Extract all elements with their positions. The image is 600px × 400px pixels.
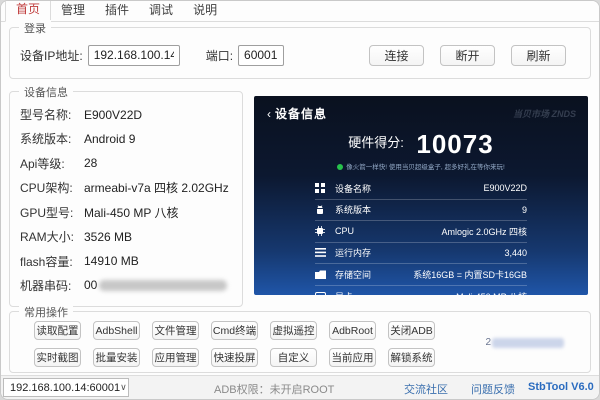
tab-bar: 首页 管理 插件 调试 说明 [1,1,599,22]
score-value: 10073 [416,129,493,159]
device-screenshot-panel: ‹设备信息 当贝市场 ZNDS 硬件得分: 10073 像火箭一样快! 使用当贝… [254,96,588,295]
serial-row: 机器串码: 00 [20,277,234,294]
device-info-row: 型号名称: E900V22D [20,106,234,123]
port-label: 端口: [206,47,233,64]
file-manager-button[interactable]: 文件管理 [152,321,199,340]
gpu-value: Mali-450 MP 八核 [84,204,178,221]
device-info-row: flash容量: 14910 MB [20,253,234,270]
panel-row-storage: 存储空间 系统16GB = 内置SD卡16GB [315,264,527,286]
api-value: 28 [84,156,97,170]
device-info-row: CPU架构: armeabi-v7a 四核 2.02GHz [20,179,234,196]
panel-row-device-name: 设备名称 E900V22D [315,178,527,200]
port-input[interactable] [238,45,284,66]
os-label: 系统版本: [20,130,84,147]
live-screenshot-button[interactable]: 实时截图 [34,348,81,367]
panel-spec-list: 设备名称 E900V22D 系统版本 9 CPU Amlogic 2.0GHz … [315,178,527,295]
tab-debug[interactable]: 调试 [139,0,183,22]
adb-permission-status: ADB权限：未开启ROOT [214,381,334,397]
feedback-link[interactable]: 问题反馈 [471,381,515,397]
memory-icon [315,248,327,258]
device-info-group: 设备信息 型号名称: E900V22D 系统版本: Android 9 Api等… [9,91,243,307]
virtual-remote-button[interactable]: 虚拟遥控 [270,321,317,340]
app-version: StbTool V6.0 [528,381,594,393]
api-label: Api等级: [20,155,84,172]
device-info-row: 系统版本: Android 9 [20,130,234,147]
login-group: 登录 设备IP地址: 端口: 连接 断开 刷新 [9,27,591,79]
common-ops-group-label: 常用操作 [19,304,73,320]
connect-button[interactable]: 连接 [369,45,424,66]
address-dropdown[interactable]: 192.168.100.14:60001 ∨ [3,378,129,397]
adb-root-button[interactable]: AdbRoot [329,321,376,340]
ip-input[interactable] [88,45,180,66]
display-icon [315,291,327,295]
app-manager-button[interactable]: 应用管理 [152,348,199,367]
close-adb-button[interactable]: 关闭ADB [388,321,435,340]
model-value: E900V22D [84,108,142,122]
screen-cast-button[interactable]: 快速投屏 [211,348,258,367]
os-value: Android 9 [84,132,135,146]
device-info-row: RAM大小: 3526 MB [20,228,234,245]
tab-plugins[interactable]: 插件 [95,0,139,22]
refresh-button[interactable]: 刷新 [511,45,566,66]
back-arrow-icon: ‹ [267,107,272,121]
serial-label: 机器串码: [20,277,84,294]
ram-label: RAM大小: [20,228,84,245]
panel-title: ‹设备信息 [267,105,327,122]
grid-icon [315,183,327,193]
cpu-icon [315,226,327,236]
serial-redaction-blur [99,280,227,291]
hardware-score: 硬件得分: 10073 [254,129,588,160]
adb-shell-button[interactable]: AdbShell [93,321,140,340]
model-label: 型号名称: [20,106,84,123]
watermark: 当贝市场 ZNDS [513,107,576,120]
tab-manage[interactable]: 管理 [51,0,95,22]
flash-value: 14910 MB [84,254,139,268]
panel-row-os-version: 系统版本 9 [315,200,527,222]
score-label: 硬件得分: [348,135,404,150]
app-window: 首页 管理 插件 调试 说明 登录 设备IP地址: 端口: 连接 断开 刷新 设… [0,0,600,400]
read-config-button[interactable]: 读取配置 [34,321,81,340]
chevron-down-icon: ∨ [120,382,127,393]
storage-icon [315,269,327,279]
ram-value: 3526 MB [84,230,132,244]
ip-label: 设备IP地址: [20,47,83,64]
current-app-button[interactable]: 当前应用 [329,348,376,367]
cpu-label: CPU架构: [20,179,84,196]
batch-install-button[interactable]: 批量安装 [93,348,140,367]
flash-label: flash容量: [20,253,84,270]
panel-row-cpu: CPU Amlogic 2.0GHz 四核 [315,221,527,243]
panel-row-graphics: 显卡 Mali-450 MP 八核 [315,286,527,296]
cmd-terminal-button[interactable]: Cmd终端 [211,321,258,340]
disconnect-button[interactable]: 断开 [440,45,495,66]
device-info-row: GPU型号: Mali-450 MP 八核 [20,204,234,221]
status-bar: 192.168.100.14:60001 ∨ ADB权限：未开启ROOT 交流社… [1,375,599,399]
serial-value-prefix: 00 [84,278,97,292]
gpu-label: GPU型号: [20,204,84,221]
tab-home[interactable]: 首页 [5,0,51,22]
custom-button[interactable]: 自定义 [270,348,317,367]
device-info-row: Api等级: 28 [20,155,234,172]
contact-redaction-blur [492,338,564,348]
cpu-value: armeabi-v7a 四核 2.02GHz [84,179,229,196]
address-value: 192.168.100.14:60001 [10,382,120,394]
unlock-system-button[interactable]: 解锁系统 [388,348,435,367]
community-link[interactable]: 交流社区 [404,381,448,397]
panel-row-memory: 运行内存 3,440 [315,243,527,265]
login-group-label: 登录 [19,20,51,36]
common-ops-group: 常用操作 读取配置 AdbShell 文件管理 Cmd终端 虚拟遥控 AdbRo… [9,311,591,373]
blurred-contact-number: 2 [485,337,564,348]
green-dot-icon [337,164,343,170]
android-icon [315,205,327,215]
promo-subtitle: 像火箭一样快! 使用当贝超级盒子, 超多好礼在等你来玩! [254,161,588,171]
tab-help[interactable]: 说明 [183,0,227,22]
device-info-group-label: 设备信息 [19,84,73,100]
